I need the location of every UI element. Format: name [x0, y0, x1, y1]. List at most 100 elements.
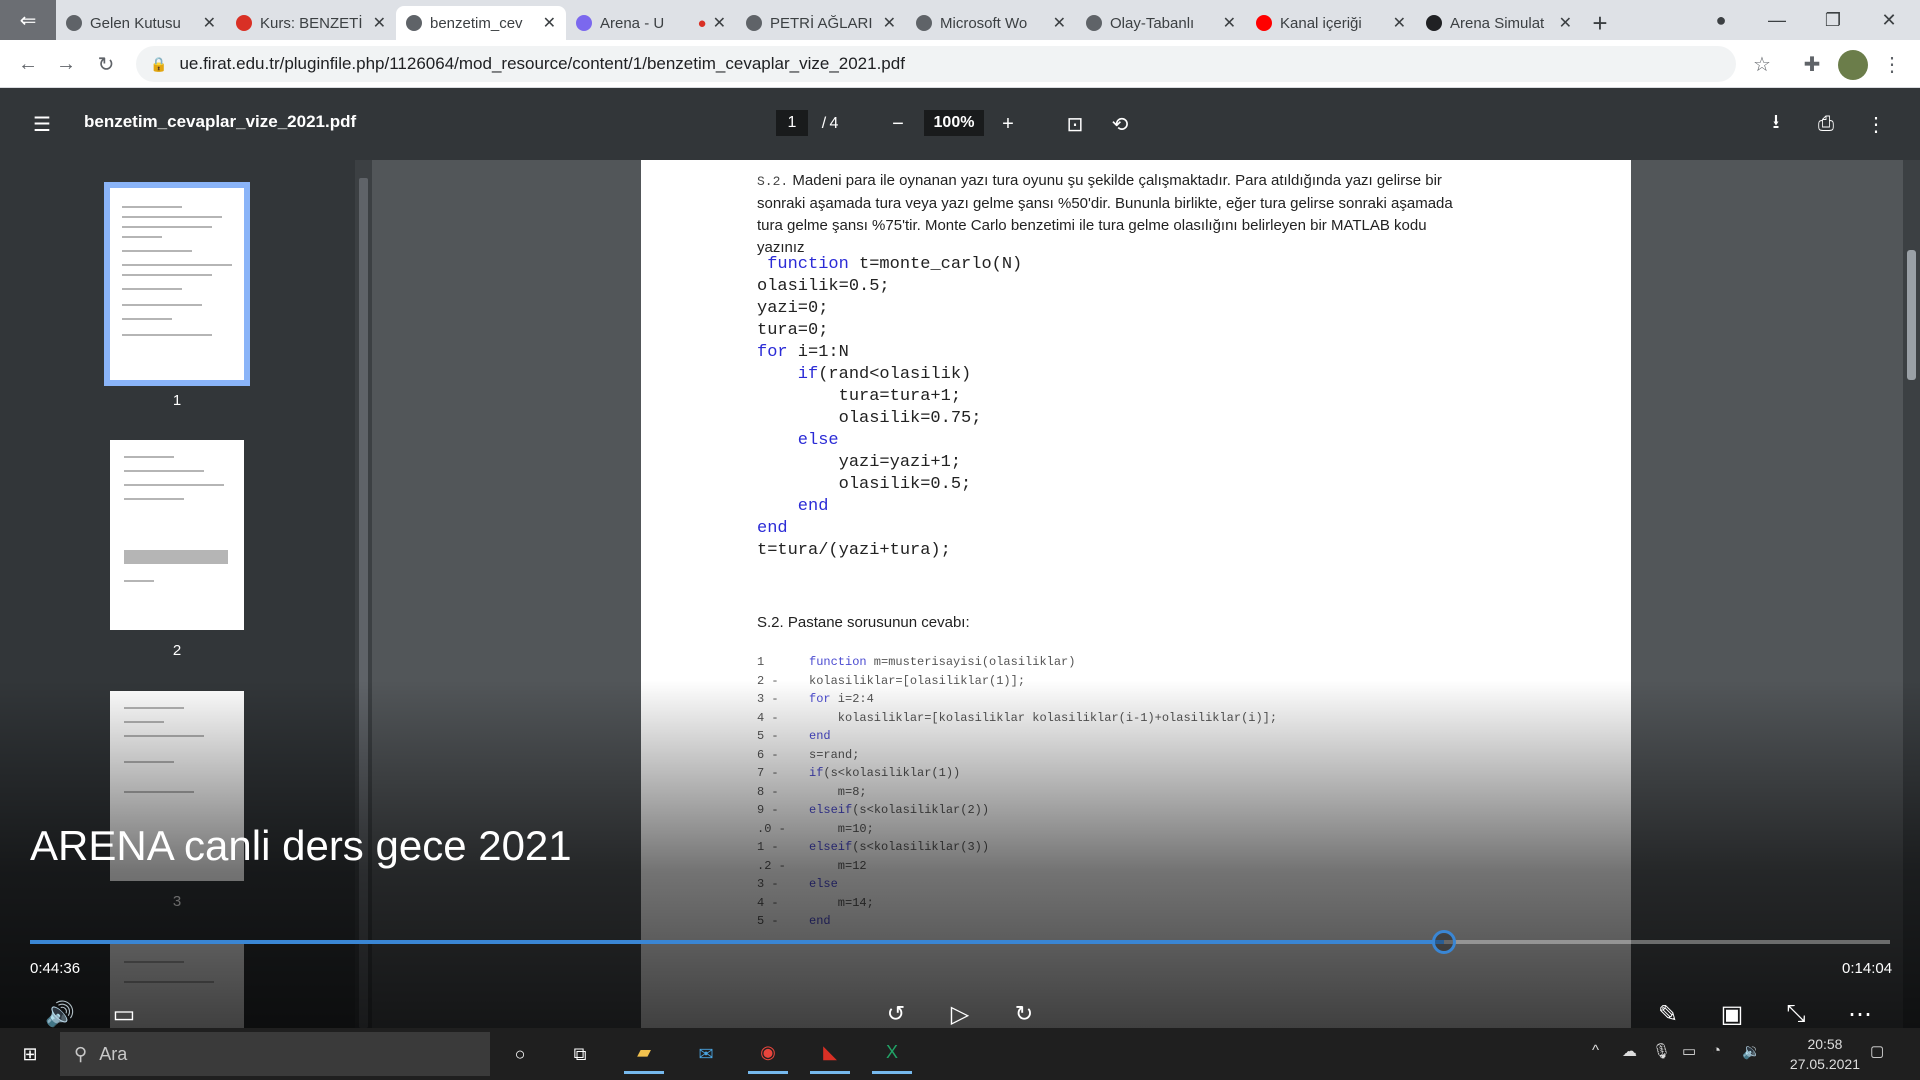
cortana-icon[interactable]: ○ [500, 1034, 540, 1074]
code-keyword: end [757, 497, 829, 516]
excel-icon[interactable]: X [872, 1034, 912, 1074]
hamburger-menu-icon[interactable]: ☰ [28, 110, 56, 138]
chrome-icon[interactable]: ◉ [748, 1034, 788, 1074]
thumbnail-page-2[interactable] [110, 440, 244, 630]
close-tab-icon[interactable]: ✕ [1053, 13, 1066, 33]
minimize-icon[interactable]: — [1752, 0, 1802, 40]
close-tab-icon[interactable]: ✕ [1393, 13, 1406, 33]
download-icon[interactable]: ⭳ [1762, 110, 1790, 138]
reload-icon[interactable]: ↻ [92, 50, 120, 78]
battery-icon[interactable]: ▭ [1682, 1042, 1696, 1060]
code-line: yazi=yazi+1; [757, 452, 1022, 474]
onedrive-icon[interactable]: ☁ [1622, 1042, 1637, 1060]
fit-page-icon[interactable]: ⊡ [1061, 110, 1089, 138]
code-line: t=tura/(yazi+tura); [757, 540, 1022, 562]
tray-chevron-icon[interactable]: ^ [1592, 1042, 1599, 1059]
video-progress-fill [30, 940, 1444, 944]
play-icon[interactable]: ▷ [942, 996, 978, 1032]
browser-tab[interactable]: Kurs: BENZETİ ✕ [226, 6, 396, 40]
video-progress-knob[interactable] [1431, 930, 1456, 954]
code-line: function t=monte_carlo(N) [757, 254, 1022, 276]
code-text: tura=0; [757, 321, 829, 340]
zoom-input[interactable]: 100% [924, 110, 984, 136]
code-text: m=musterisayisi(olasiliklar) [866, 655, 1076, 669]
thumbnail-page-1[interactable] [104, 182, 250, 386]
close-tab-icon[interactable]: ✕ [373, 13, 386, 33]
code-text: olasilik=0.5; [757, 475, 972, 494]
exit-fullscreen-icon[interactable]: ⤡ [1778, 996, 1814, 1032]
code-line: tura=0; [757, 320, 1022, 342]
arena-app-icon[interactable]: ◣ [810, 1034, 850, 1074]
forward-icon[interactable]: → [52, 50, 80, 78]
browser-tab[interactable]: Arena Simulat ✕ [1416, 6, 1582, 40]
browser-tab[interactable]: PETRİ AĞLARI ✕ [736, 6, 906, 40]
bookmark-star-icon[interactable]: ☆ [1748, 50, 1776, 78]
microphone-icon[interactable]: 🎙 [1652, 1042, 1671, 1060]
taskbar-search-box[interactable]: ⚲ Ara [60, 1032, 490, 1076]
rotate-icon[interactable]: ⟲ [1106, 110, 1134, 138]
close-tab-icon[interactable]: ✕ [1559, 13, 1572, 33]
file-explorer-icon[interactable]: ▰ [624, 1034, 664, 1074]
pdf-more-icon[interactable]: ⋮ [1862, 110, 1890, 138]
code-line: olasilik=0.5; [757, 276, 1022, 298]
tab-label: Kanal içeriği [1280, 14, 1362, 32]
task-view-icon[interactable]: ⧉ [560, 1034, 600, 1074]
mail-icon [66, 15, 82, 31]
tab-label: PETRİ AĞLARI [770, 14, 873, 32]
browser-tab[interactable]: Kanal içeriği ✕ [1246, 6, 1416, 40]
restore-icon[interactable]: ❐ [1808, 0, 1858, 40]
video-more-icon[interactable]: ⋯ [1842, 996, 1878, 1032]
close-tab-icon[interactable]: ✕ [1223, 13, 1236, 33]
pen-icon[interactable]: ✎ [1650, 996, 1686, 1032]
browser-menu-icon[interactable]: ⋮ [1878, 50, 1906, 78]
address-bar[interactable]: 🔒 ue.firat.edu.tr/pluginfile.php/1126064… [136, 46, 1736, 82]
miniplayer-icon[interactable]: ▣ [1714, 996, 1750, 1032]
page-number-input[interactable]: 1 [776, 110, 808, 136]
volume-icon[interactable]: 🔊 [42, 996, 78, 1032]
close-tab-icon[interactable]: ✕ [713, 13, 726, 33]
extensions-icon[interactable]: ✚ [1798, 50, 1826, 78]
profile-menu-icon[interactable]: ● [1696, 0, 1746, 40]
new-tab-button[interactable]: + [1582, 6, 1618, 40]
code-line: end [757, 518, 1022, 540]
rewind-10-icon[interactable]: ↺ [878, 996, 914, 1032]
avatar[interactable] [1838, 50, 1868, 80]
recording-icon: ● [697, 14, 707, 32]
browser-tab[interactable]: benzetim_cev ✕ [396, 6, 566, 40]
globe-icon [406, 15, 422, 31]
thumbnail-label-2: 2 [172, 642, 182, 659]
close-window-icon[interactable]: ✕ [1864, 0, 1914, 40]
taskbar-clock[interactable]: 20:58 27.05.2021 [1790, 1034, 1860, 1074]
notifications-icon[interactable]: ▢ [1870, 1042, 1884, 1060]
zoom-in-icon[interactable]: + [994, 110, 1022, 138]
browser-tab[interactable]: Gelen Kutusu ✕ [56, 6, 226, 40]
pdf-toolbar: ☰ benzetim_cevaplar_vize_2021.pdf 1 / 4 … [0, 88, 1920, 160]
lock-icon: 🔒 [150, 55, 168, 72]
answer-heading: S.2. Pastane sorusunun cevabı: [757, 614, 970, 631]
windows-start-icon[interactable]: ⊞ [10, 1034, 50, 1074]
windows-taskbar: ⊞ ⚲ Ara ○ ⧉ ▰ ✉ ◉ ◣ X ^ ☁ 🎙 ▭ ◔ 🔉 20:58 … [0, 1028, 1920, 1080]
browser-tab[interactable]: Olay-Tabanlı ✕ [1076, 6, 1246, 40]
zoom-out-icon[interactable]: − [884, 110, 912, 138]
back-icon[interactable]: ← [14, 50, 42, 78]
wifi-icon[interactable]: ◔ [1712, 1042, 1721, 1059]
browser-tab[interactable]: Arena - U ● ✕ [566, 6, 736, 40]
youtube-icon [1256, 15, 1272, 31]
close-tab-icon[interactable]: ✕ [543, 13, 556, 33]
code-line: yazi=0; [757, 298, 1022, 320]
tab-label: Olay-Tabanlı [1110, 14, 1195, 32]
browser-tab[interactable]: Microsoft Wo ✕ [906, 6, 1076, 40]
close-tab-icon[interactable]: ✕ [883, 13, 896, 33]
close-tab-icon[interactable]: ✕ [203, 13, 216, 33]
print-icon[interactable]: ⎙ [1812, 110, 1840, 138]
video-progress-bar[interactable] [30, 930, 1890, 954]
captions-icon[interactable]: ▭ [106, 996, 142, 1032]
code-line: olasilik=0.5; [757, 474, 1022, 496]
tab-search-back-icon[interactable]: ⇐ [0, 0, 56, 40]
forward-30-icon[interactable]: ↻ [1006, 996, 1042, 1032]
speaker-icon[interactable]: 🔉 [1742, 1042, 1761, 1060]
code-keyword: else [757, 431, 839, 450]
code-text: t=monte_carlo(N) [848, 255, 1023, 274]
globe-icon [916, 15, 932, 31]
mail-app-icon[interactable]: ✉ [686, 1034, 726, 1074]
